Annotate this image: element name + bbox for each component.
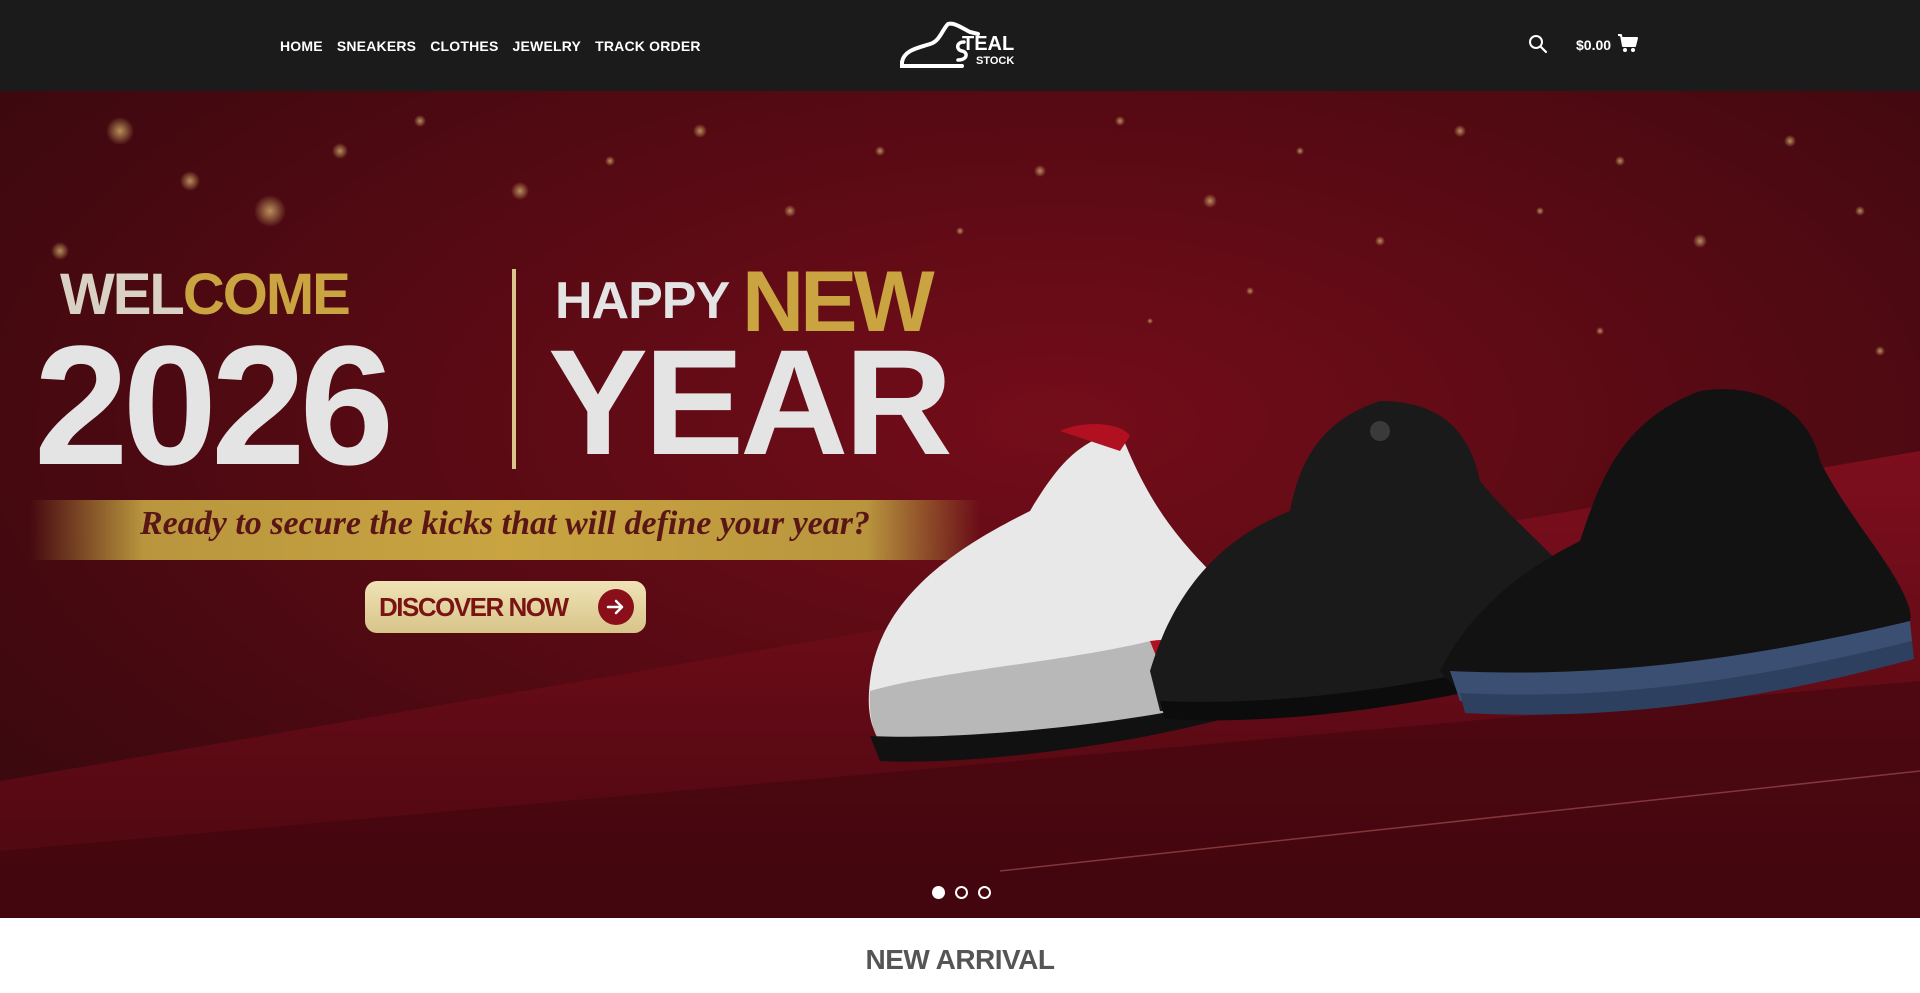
carousel-dots [932,886,991,899]
svg-text:TEAL: TEAL [962,33,1014,55]
nav-home[interactable]: HOME [280,38,323,54]
hero-banner[interactable]: WELCOME 2026 HAPPY NEW YEAR Ready to sec… [0,91,1920,918]
section-title-new-arrival: NEW ARRIVAL [865,944,1055,975]
hero-divider [512,269,516,469]
site-logo[interactable]: TEAL STOCK [898,20,1022,70]
nav-jewelry[interactable]: JEWELRY [513,38,582,54]
hero-sneakers-image [868,389,1914,762]
nav-sneakers[interactable]: SNEAKERS [337,38,416,54]
search-icon[interactable] [1528,34,1548,54]
cart-icon [1617,33,1639,58]
site-header: HOME SNEAKERS CLOTHES JEWELRY TRACK ORDE… [0,0,1920,91]
carousel-dot-1[interactable] [932,886,945,899]
cart-total: $0.00 [1576,37,1612,53]
svg-text:STOCK: STOCK [976,55,1014,67]
carousel-dot-2[interactable] [955,886,968,899]
hero-year-number: 2026 [34,311,394,501]
cart-button[interactable]: $0.00 [1576,33,1639,57]
carousel-dot-3[interactable] [978,886,991,899]
discover-now-button[interactable]: DISCOVER NOW [365,581,646,633]
main-nav: HOME SNEAKERS CLOTHES JEWELRY TRACK ORDE… [280,0,701,91]
arrow-right-icon [598,589,634,625]
nav-track-order[interactable]: TRACK ORDER [595,38,701,54]
discover-now-label: DISCOVER NOW [379,591,569,622]
nav-clothes[interactable]: CLOTHES [430,38,498,54]
